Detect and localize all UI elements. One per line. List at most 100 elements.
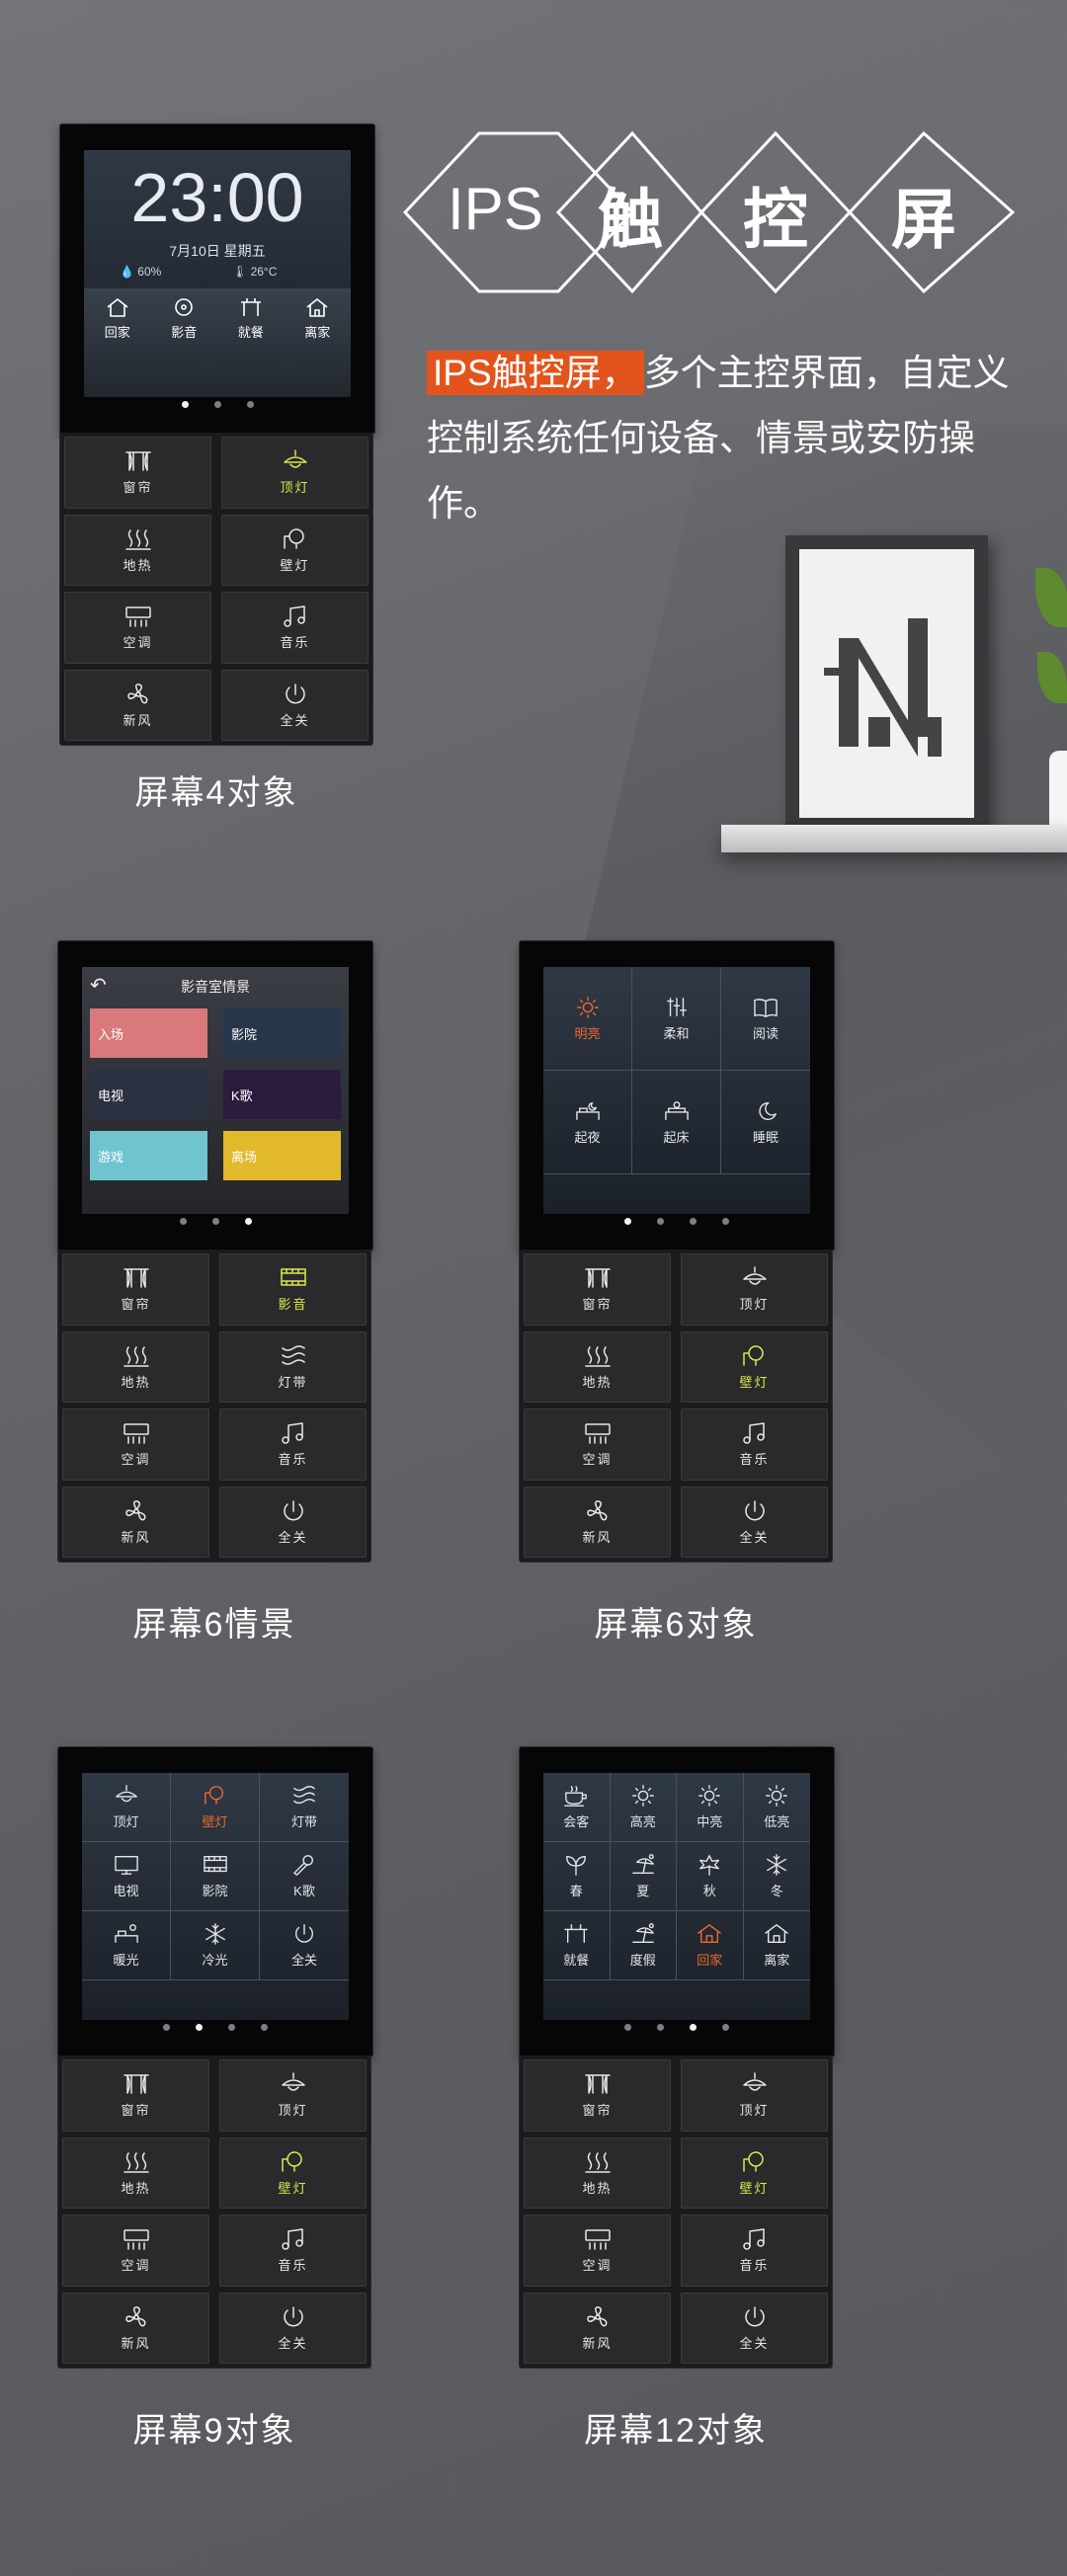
switch-button[interactable]: 窗帘 [62,1253,209,1326]
switch-button[interactable]: 新风 [524,2292,671,2364]
object-cell[interactable]: 灯带 [260,1773,349,1842]
switch-button[interactable]: 音乐 [221,592,369,664]
switch-button[interactable]: 全关 [221,669,369,741]
scene-display: ↶ 影音室情景 入场 影院 电视 K歌 游戏 离场 [82,967,349,1214]
switch-button[interactable]: 顶灯 [219,2059,367,2132]
object-cell[interactable]: 影院 [171,1842,260,1911]
object-cell[interactable]: 冷光 [171,1911,260,1980]
page-dot[interactable] [228,2024,235,2031]
switch-button[interactable]: 壁灯 [681,1330,828,1403]
scene-tile[interactable]: K歌 [223,1070,341,1119]
object-cell[interactable]: 壁灯 [171,1773,260,1842]
object-cell[interactable]: K歌 [260,1842,349,1911]
page-dot-active[interactable] [196,2024,203,2031]
switch-button[interactable]: 音乐 [681,2214,828,2287]
page-dot[interactable] [179,1218,187,1225]
switch-button[interactable]: 空调 [64,592,211,664]
object-cell[interactable]: 柔和 [632,967,721,1071]
switch-button[interactable]: 窗帘 [64,437,211,509]
switch-button[interactable]: 新风 [62,1486,209,1558]
switch-button[interactable]: 新风 [64,669,211,741]
switch-button[interactable]: 地热 [62,1330,209,1403]
object-cell[interactable]: 全关 [260,1911,349,1980]
page-dot[interactable] [261,2024,268,2031]
page-dot[interactable] [163,2024,170,2031]
object-cell[interactable]: 明亮 [543,967,632,1071]
page-dot[interactable] [211,1218,219,1225]
switch-button[interactable]: 全关 [681,1486,828,1558]
switch-button[interactable]: 音乐 [681,1409,828,1481]
scene-tile[interactable]: 入场 [90,1008,207,1058]
object-cell[interactable]: 离家 [743,1911,810,1980]
object-cell[interactable]: 就餐 [543,1911,611,1980]
scene-tile[interactable]: 电视 [90,1070,207,1119]
page-dot[interactable] [246,401,254,408]
object-cell[interactable]: 暖光 [82,1911,171,1980]
ceiling-lamp-icon [742,2072,767,2091]
object-cell[interactable]: 高亮 [610,1773,677,1842]
page-dot[interactable] [213,401,221,408]
switch-button[interactable]: 窗帘 [524,2059,671,2132]
page-dot[interactable] [690,1218,697,1225]
object-cell[interactable]: 起床 [632,1071,721,1174]
object-cell[interactable]: 中亮 [677,1773,744,1842]
switch-button[interactable]: 窗帘 [524,1253,671,1326]
switch-button[interactable]: 地热 [524,2136,671,2209]
clock-display[interactable]: 23:00 7月10日 星期五 💧 60% 🌡 26°C 回家 影音 就餐 离家 [84,150,351,397]
switch-button[interactable]: 地热 [524,1330,671,1403]
scene-tile[interactable]: 游戏 [90,1131,207,1180]
object-cell[interactable]: 顶灯 [82,1773,171,1842]
switch-button[interactable]: 灯带 [219,1330,367,1403]
object-cell[interactable]: 冬 [743,1842,810,1911]
shortcut-home[interactable]: 回家 [105,296,130,341]
scene-tile[interactable]: 影院 [223,1008,341,1058]
object-cell[interactable]: 夏 [610,1842,677,1911]
switch-button[interactable]: 地热 [64,514,211,586]
page-dot[interactable] [722,1218,729,1225]
switch-button[interactable]: 音乐 [219,2214,367,2287]
page-dot[interactable] [722,2024,729,2031]
shortcut-film[interactable]: 影音 [171,296,197,341]
object-cell[interactable]: 会客 [543,1773,611,1842]
switch-button[interactable]: 全关 [219,1486,367,1558]
switch-button[interactable]: 空调 [62,2214,209,2287]
page-dot-active[interactable] [181,401,189,408]
page-dot[interactable] [657,1218,664,1225]
page-dot[interactable] [657,2024,664,2031]
page-dot[interactable] [624,2024,631,2031]
object-cell[interactable]: 回家 [677,1911,744,1980]
switch-button[interactable]: 新风 [524,1486,671,1558]
switch-button[interactable]: 壁灯 [221,514,369,586]
object-cell[interactable]: 电视 [82,1842,171,1911]
object-cell[interactable]: 秋 [677,1842,744,1911]
object-cell[interactable]: 起夜 [543,1071,632,1174]
switch-button[interactable]: 顶灯 [681,1253,828,1326]
object-cell[interactable]: 度假 [610,1911,677,1980]
scene-tile[interactable]: 离场 [223,1131,341,1180]
switch-button[interactable]: 空调 [524,2214,671,2287]
switch-button[interactable]: 顶灯 [221,437,369,509]
shortcut-leave-home[interactable]: 离家 [304,296,330,341]
switch-button[interactable]: 顶灯 [681,2059,828,2132]
switch-button[interactable]: 全关 [681,2292,828,2364]
switch-button[interactable]: 壁灯 [681,2136,828,2209]
shortcut-dining[interactable]: 就餐 [238,296,264,341]
panel-screen: 明亮 柔和 阅读 起夜 起床 睡眠 [519,940,835,1251]
page-dot-active[interactable] [244,1218,252,1225]
switch-button[interactable]: 全关 [219,2292,367,2364]
switch-button[interactable]: 空调 [62,1409,209,1481]
switch-button[interactable]: 空调 [524,1409,671,1481]
page-dot-active[interactable] [690,2024,697,2031]
switch-button[interactable]: 影音 [219,1253,367,1326]
switch-button[interactable]: 壁灯 [219,2136,367,2209]
object-cell[interactable]: 春 [543,1842,611,1911]
object-cell[interactable]: 阅读 [721,967,810,1071]
switch-button[interactable]: 窗帘 [62,2059,209,2132]
object-cell[interactable]: 低亮 [743,1773,810,1842]
switch-button[interactable]: 音乐 [219,1409,367,1481]
page-dot-active[interactable] [624,1218,631,1225]
switch-button[interactable]: 新风 [62,2292,209,2364]
object-cell[interactable]: 睡眠 [721,1071,810,1174]
switch-button-label: 窗帘 [121,2103,151,2119]
switch-button[interactable]: 地热 [62,2136,209,2209]
